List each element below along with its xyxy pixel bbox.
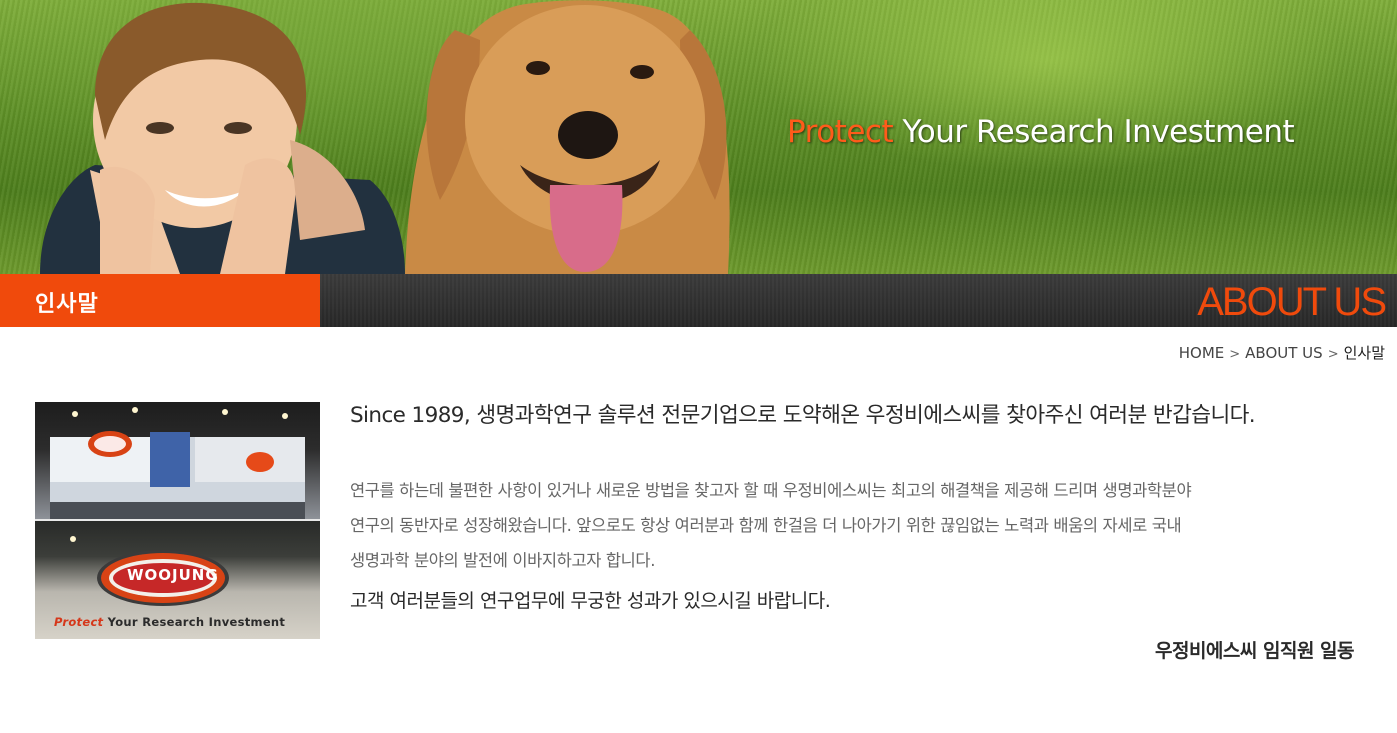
- banner-tagline: Protect Your Research Investment: [787, 114, 1295, 150]
- hero-banner: Protect Your Research Investment: [0, 0, 1397, 274]
- tagline-accent: Protect: [787, 114, 894, 150]
- greeting-signature: 우정비에스씨 임직원 일동: [1154, 640, 1355, 662]
- section-title: ABOUT US: [1197, 280, 1387, 324]
- photo-caption-accent: Protect: [54, 615, 104, 629]
- booth-scene: [50, 407, 305, 520]
- photo-logo-text: WOOJUNG: [127, 566, 219, 584]
- breadcrumb-about-link[interactable]: ABOUT US: [1245, 344, 1323, 362]
- dog-illustration: [405, 0, 730, 274]
- boy-illustration: [40, 2, 405, 274]
- greeting-body-line: 생명과학 분야의 발전에 이바지하고자 합니다.: [350, 551, 656, 570]
- breadcrumb: HOME > ABOUT US > 인사말: [1179, 342, 1385, 363]
- breadcrumb-separator-icon: >: [1229, 347, 1241, 362]
- greeting-body-line: 연구의 동반자로 성장해왔습니다. 앞으로도 항상 여러분과 함께 한걸음 더 …: [350, 516, 1182, 535]
- greeting-body: 연구를 하는데 불편한 사항이 있거나 새로운 방법을 찾고자 할 때 우정비에…: [350, 473, 1360, 578]
- exhibition-photo: WOOJUNG Protect Your Research Investment: [35, 402, 320, 639]
- tagline-rest: Your Research Investment: [893, 114, 1295, 150]
- breadcrumb-current: 인사말: [1343, 344, 1385, 362]
- booth-photo-top: [35, 402, 320, 520]
- photo-caption: Protect Your Research Investment: [54, 615, 285, 629]
- breadcrumb-home-link[interactable]: HOME: [1179, 344, 1225, 362]
- section-header-bar: 인사말 ABOUT US: [0, 274, 1397, 327]
- breadcrumb-separator-icon: >: [1327, 347, 1339, 362]
- current-section-tab: 인사말: [0, 274, 320, 327]
- photo-caption-rest: Your Research Investment: [103, 615, 286, 629]
- greeting-closing: 고객 여러분들의 연구업무에 무궁한 성과가 있으시길 바랍니다.: [350, 590, 831, 612]
- greeting-body-line: 연구를 하는데 불편한 사항이 있거나 새로운 방법을 찾고자 할 때 우정비에…: [350, 481, 1192, 500]
- greeting-headline: Since 1989, 생명과학연구 솔루션 전문기업으로 도약해온 우정비에스…: [350, 403, 1256, 428]
- greeting-content: Since 1989, 생명과학연구 솔루션 전문기업으로 도약해온 우정비에스…: [350, 398, 1360, 613]
